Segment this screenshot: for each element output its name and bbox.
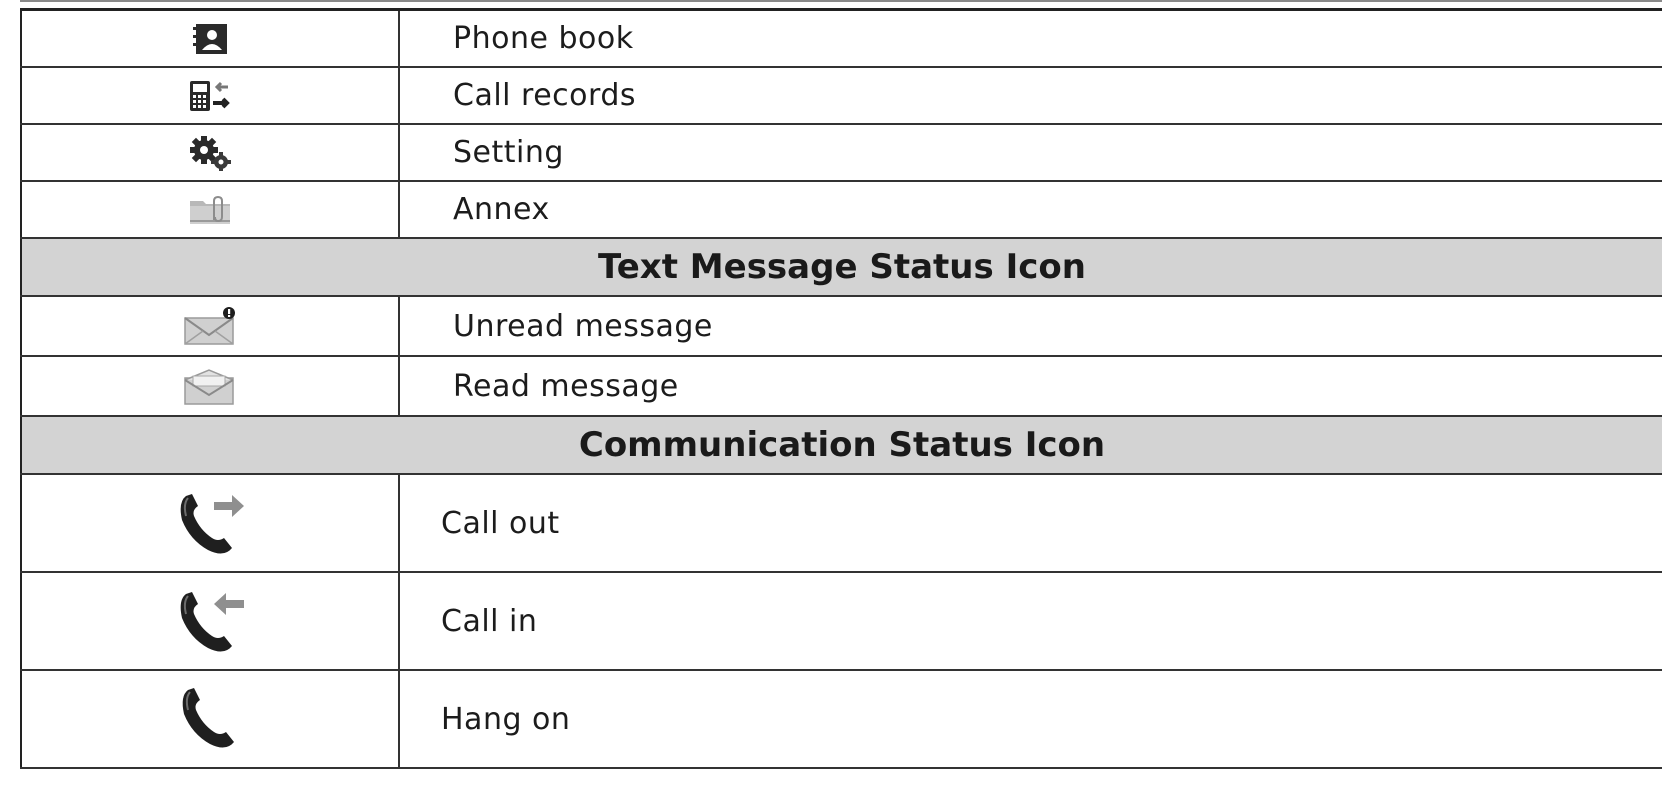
icon-row-hang-on: Hang on xyxy=(21,670,1662,769)
top-rule xyxy=(20,0,1662,2)
document-page: Phone book Call records Setting Annex Text M… xyxy=(0,0,1662,799)
icon-row-call-in: Call in xyxy=(21,572,1662,671)
paperclip-folder-icon xyxy=(187,193,233,227)
icon-description: Annex xyxy=(399,181,1662,239)
icon-legend-table: Phone book Call records Setting Annex Text M… xyxy=(20,8,1662,769)
icon-cell xyxy=(21,296,400,357)
icon-row-unread-message: Unread message xyxy=(21,296,1662,357)
handset-icon xyxy=(174,684,246,754)
icon-row-read-message: Read message xyxy=(21,356,1662,417)
icon-row-call-records: Call records xyxy=(21,67,1662,125)
phone-book-icon xyxy=(190,23,230,55)
icon-cell xyxy=(21,9,400,68)
read-envelope-icon xyxy=(182,366,238,406)
icon-cell xyxy=(21,670,400,769)
icon-description: Call records xyxy=(399,67,1662,125)
icon-description: Read message xyxy=(399,356,1662,417)
section-title: Text Message Status Icon xyxy=(21,238,1662,297)
icon-row-annex: Annex xyxy=(21,181,1662,239)
icon-description: Phone book xyxy=(399,9,1662,68)
call-in-icon xyxy=(174,586,246,656)
unread-envelope-icon xyxy=(182,306,238,346)
icon-row-phone-book: Phone book xyxy=(21,9,1662,68)
icon-description: Call in xyxy=(399,572,1662,671)
section-title: Communication Status Icon xyxy=(21,416,1662,475)
icon-row-call-out: Call out xyxy=(21,474,1662,573)
icon-cell xyxy=(21,124,400,182)
icon-cell xyxy=(21,356,400,417)
table-body: Phone book Call records Setting Annex Text M… xyxy=(21,9,1662,769)
icon-description: Setting xyxy=(399,124,1662,182)
icon-cell xyxy=(21,474,400,573)
icon-cell xyxy=(21,181,400,239)
call-out-icon xyxy=(174,488,246,558)
icon-description: Hang on xyxy=(399,670,1662,769)
icon-description: Unread message xyxy=(399,296,1662,357)
section-header-row: Text Message Status Icon xyxy=(21,238,1662,297)
icon-cell xyxy=(21,572,400,671)
call-records-icon xyxy=(188,79,232,113)
gears-icon xyxy=(188,135,232,171)
icon-description: Call out xyxy=(399,474,1662,573)
section-header-row: Communication Status Icon xyxy=(21,416,1662,475)
icon-cell xyxy=(21,67,400,125)
icon-row-setting: Setting xyxy=(21,124,1662,182)
